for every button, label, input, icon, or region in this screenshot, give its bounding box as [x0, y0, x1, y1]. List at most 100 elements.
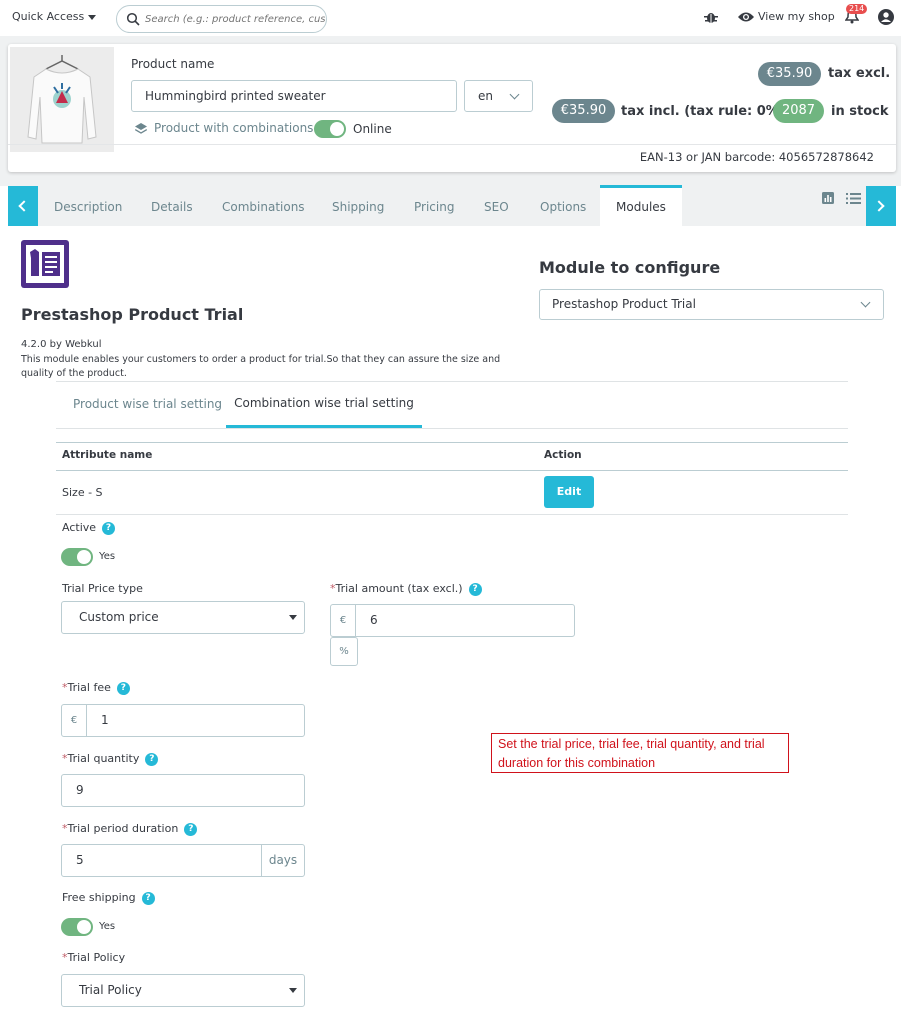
column-header-action: Action — [544, 449, 582, 461]
trial-amount-label: *Trial amount (tax excl.)? — [330, 582, 482, 596]
percent-toggle-button[interactable]: % — [330, 637, 358, 666]
tab-shipping[interactable]: Shipping — [332, 200, 384, 214]
tab-combinations[interactable]: Combinations — [222, 200, 305, 214]
table-header-border — [56, 470, 848, 471]
divider — [8, 144, 896, 145]
trial-quantity-value: 9 — [76, 783, 84, 797]
free-shipping-label-text: Free shipping — [62, 891, 136, 904]
layers-icon — [135, 123, 147, 134]
tax-excluded-label: tax excl. — [828, 66, 891, 81]
caret-down-icon — [88, 14, 97, 20]
tax-included-label: tax incl. (tax rule: 0%) — [621, 104, 785, 119]
module-logo — [21, 240, 69, 288]
barcode-text: EAN-13 or JAN barcode: 4056572878642 — [639, 150, 874, 164]
eye-icon — [738, 12, 754, 22]
days-addon: days — [261, 845, 304, 876]
module-select[interactable]: Prestashop Product Trial — [539, 289, 884, 320]
help-icon[interactable]: ? — [184, 822, 198, 836]
module-to-configure-label: Module to configure — [539, 258, 721, 277]
product-trial-logo-icon — [26, 245, 64, 283]
chevron-left-icon — [18, 200, 30, 212]
bar-chart-icon[interactable] — [822, 192, 834, 204]
tab-options[interactable]: Options — [540, 200, 586, 214]
trial-fee-label: *Trial fee? — [62, 681, 130, 695]
instruction-annotation: Set the trial price, trial fee, trial qu… — [491, 733, 789, 773]
trial-fee-input[interactable]: € 1 — [61, 704, 305, 737]
trial-policy-value: Trial Policy — [79, 983, 142, 997]
notification-badge: 214 — [846, 4, 868, 14]
subtab-combination-wise[interactable]: Combination wise trial setting — [226, 382, 422, 428]
online-toggle[interactable] — [314, 120, 346, 138]
attribute-cell: Size - S — [62, 486, 103, 499]
active-label-text: Active — [62, 521, 97, 534]
search-input[interactable] — [145, 6, 325, 32]
help-icon[interactable]: ? — [141, 891, 155, 905]
table-row-border — [56, 514, 848, 515]
trial-policy-label: *Trial Policy — [62, 951, 125, 964]
trial-duration-input[interactable]: 5 days — [61, 844, 305, 877]
trial-amount-label-text: Trial amount (tax excl.) — [335, 582, 463, 595]
trial-fee-label-text: Trial fee — [67, 681, 111, 694]
active-value: Yes — [99, 551, 116, 562]
trial-policy-select[interactable]: Trial Policy — [61, 974, 305, 1007]
price-type-label: Trial Price type — [62, 582, 143, 595]
bug-icon[interactable] — [704, 10, 718, 24]
view-shop-link[interactable]: View my shop — [758, 10, 835, 23]
divider — [56, 381, 848, 382]
price-tax-included-badge: €35.90 — [552, 99, 615, 123]
trial-amount-value: 6 — [370, 613, 378, 627]
product-name-label: Product name — [131, 57, 215, 71]
chevron-down-icon — [509, 89, 520, 100]
chevron-right-icon — [873, 200, 885, 212]
help-icon[interactable]: ? — [468, 582, 482, 596]
list-icon[interactable] — [846, 193, 861, 204]
price-type-select[interactable]: Custom price — [61, 601, 305, 634]
product-name-input[interactable] — [131, 80, 457, 112]
language-select[interactable]: en — [464, 80, 533, 112]
trial-quantity-label: *Trial quantity? — [62, 752, 159, 766]
trial-quantity-input[interactable]: 9 — [61, 774, 305, 807]
help-icon[interactable]: ? — [102, 521, 116, 535]
tab-details[interactable]: Details — [151, 200, 193, 214]
free-shipping-toggle[interactable] — [61, 918, 93, 936]
quick-access-menu[interactable]: Quick Access — [12, 10, 97, 23]
product-thumbnail — [10, 47, 114, 152]
price-type-value: Custom price — [79, 610, 159, 624]
tab-modules[interactable]: Modules — [600, 185, 682, 228]
help-icon[interactable]: ? — [116, 681, 130, 695]
user-account-icon[interactable] — [878, 9, 894, 25]
currency-addon: € — [331, 605, 356, 636]
free-shipping-label: Free shipping? — [62, 891, 155, 905]
trial-fee-value: 1 — [101, 713, 109, 727]
module-title: Prestashop Product Trial — [21, 305, 244, 324]
active-toggle[interactable] — [61, 548, 93, 566]
trial-duration-value: 5 — [76, 853, 84, 867]
caret-down-icon — [289, 615, 297, 620]
trial-duration-label-text: Trial period duration — [67, 822, 179, 835]
price-tax-excluded-badge: €35.90 — [758, 62, 821, 86]
column-header-attribute: Attribute name — [62, 449, 153, 461]
search-icon — [126, 12, 140, 26]
quick-access-label: Quick Access — [12, 10, 85, 23]
trial-amount-input[interactable]: € 6 — [330, 604, 575, 637]
edit-button[interactable]: Edit — [544, 476, 594, 508]
tabs-scroll-right-button[interactable] — [866, 186, 896, 226]
online-label: Online — [353, 122, 392, 136]
module-version: 4.2.0 by Webkul — [21, 339, 102, 350]
currency-addon: € — [62, 705, 87, 736]
tabs-scroll-left-button[interactable] — [8, 186, 38, 226]
free-shipping-value: Yes — [99, 921, 116, 932]
caret-down-icon — [289, 988, 297, 993]
trial-policy-label-text: Trial Policy — [67, 951, 126, 964]
stock-badge: 2087 — [773, 99, 824, 123]
subtab-product-wise[interactable]: Product wise trial setting — [73, 397, 222, 411]
top-bar: Quick Access View my shop 214 — [0, 0, 901, 36]
tab-seo[interactable]: SEO — [484, 200, 509, 214]
chevron-down-icon — [860, 297, 871, 308]
table-top-border — [56, 442, 848, 443]
search-box[interactable] — [116, 5, 327, 33]
tab-description[interactable]: Description — [54, 200, 122, 214]
help-icon[interactable]: ? — [145, 752, 159, 766]
tab-pricing[interactable]: Pricing — [414, 200, 454, 214]
sweater-image — [27, 55, 97, 144]
